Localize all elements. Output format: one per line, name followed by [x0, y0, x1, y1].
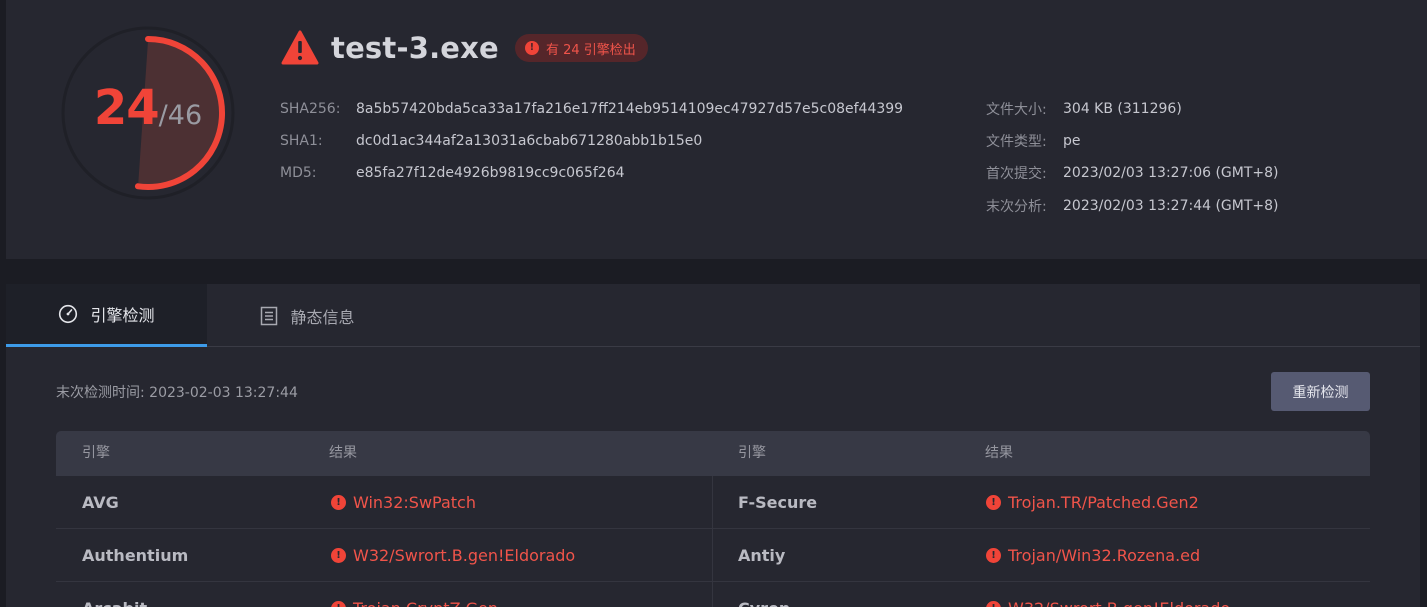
detection-result-text: Trojan.TR/Patched.Gen2	[1008, 493, 1199, 512]
detection-result: ! Trojan.TR/Patched.Gen2	[986, 476, 1199, 529]
score-text: 24/46	[55, 80, 241, 136]
gauge-icon	[59, 304, 78, 324]
detection-badge: ! 有 24 引擎检出	[514, 34, 648, 62]
sha1-row: SHA1: dc0d1ac344af2a13031a6cbab671280abb…	[280, 131, 702, 151]
alert-icon: !	[331, 601, 346, 607]
detection-result-text: Trojan/Win32.Rozena.ed	[1008, 546, 1201, 565]
md5-label: MD5:	[280, 165, 317, 181]
detection-result-text: W32/Swrort.B.gen!Eldorado	[353, 546, 576, 565]
table-row: AVG ! Win32:SwPatch F-Secure ! Trojan.TR/P…	[56, 476, 1370, 529]
file-title-row: test-3.exe ! 有 24 引擎检出	[281, 28, 648, 68]
detection-score-gauge: 24/46	[55, 24, 241, 202]
engine-name: F-Secure	[738, 493, 818, 512]
file-type-label: 文件类型:	[986, 134, 1047, 150]
sha1-label: SHA1:	[280, 133, 323, 149]
engine-name: Antiy	[738, 546, 786, 565]
header-result-1: 结果	[329, 445, 357, 461]
detection-badge-label: 有 24 引擎检出	[545, 42, 636, 58]
sha256-label: SHA256:	[280, 101, 341, 117]
total-engines: /46	[158, 100, 203, 131]
first-submit-value: 2023/02/03 13:27:06 (GMT+8)	[1063, 165, 1279, 181]
alert-icon: !	[331, 548, 346, 563]
sha1-value: dc0d1ac344af2a13031a6cbab671280abb1b15e0	[356, 133, 703, 149]
md5-value: e85fa27f12de4926b9819cc9c065f264	[356, 165, 625, 181]
engine-name: AVG	[82, 493, 119, 512]
header-engine-2: 引擎	[738, 445, 766, 461]
sha256-value: 8a5b57420bda5ca33a17fa216e17ff214eb95141…	[356, 101, 904, 117]
first-submit-label: 首次提交:	[986, 166, 1047, 182]
column-divider	[712, 582, 713, 607]
file-size-label: 文件大小:	[986, 102, 1047, 118]
file-type-row: 文件类型: pe	[986, 131, 1081, 151]
sha256-row: SHA256: 8a5b57420bda5ca33a17fa216e17ff21…	[280, 99, 903, 119]
document-icon	[261, 306, 278, 325]
table-row: Arcabit ! Trojan.CryptZ.Gen Cyren ! W32/Sw…	[56, 582, 1370, 607]
warning-triangle-icon	[281, 30, 319, 65]
tab-engine-detection[interactable]: 引擎检测	[6, 284, 207, 347]
detection-result-text: W32/Swrort.B.gen!Eldorado	[1008, 599, 1230, 607]
engine-name: Cyren	[738, 582, 790, 607]
detection-result: ! W32/Swrort.B.gen!Eldorado	[986, 582, 1230, 607]
file-name: test-3.exe	[331, 31, 499, 65]
rescan-button[interactable]: 重新检测	[1271, 372, 1370, 411]
detection-result: ! Trojan.CryptZ.Gen	[331, 582, 498, 607]
file-size-row: 文件大小: 304 KB (311296)	[986, 99, 1182, 119]
tab-bar: 引擎检测 静态信息	[6, 284, 1420, 347]
engine-detection-panel: 引擎检测 静态信息 末次检测时间: 2023-02-03 13:27:44 重新…	[6, 284, 1420, 607]
engine-results-table: 引擎 结果 引擎 结果 AVG ! Win32:SwPatch F-Secure …	[56, 431, 1370, 607]
table-row: Authentium ! W32/Swrort.B.gen!Eldorado An…	[56, 529, 1370, 582]
tab-static-info[interactable]: 静态信息	[207, 284, 408, 347]
column-divider	[712, 529, 713, 582]
engine-name: Arcabit	[82, 582, 147, 607]
alert-icon: !	[986, 601, 1001, 607]
detection-result: ! W32/Swrort.B.gen!Eldorado	[331, 529, 575, 582]
header-result-2: 结果	[985, 445, 1013, 461]
alert-icon: !	[524, 41, 539, 55]
tab-static-info-label: 静态信息	[290, 307, 355, 327]
detection-result-text: Trojan.CryptZ.Gen	[353, 599, 498, 607]
table-header: 引擎 结果 引擎 结果	[56, 431, 1370, 476]
alert-icon: !	[986, 548, 1001, 563]
file-size-value: 304 KB (311296)	[1063, 101, 1182, 117]
alert-icon: !	[986, 495, 1001, 510]
last-analysis-label: 末次分析:	[986, 199, 1047, 215]
last-analysis-row: 末次分析: 2023/02/03 13:27:44 (GMT+8)	[986, 196, 1279, 216]
detection-result: ! Trojan/Win32.Rozena.ed	[986, 529, 1200, 582]
first-submit-row: 首次提交: 2023/02/03 13:27:06 (GMT+8)	[986, 163, 1279, 183]
alert-icon: !	[331, 495, 346, 510]
md5-row: MD5: e85fa27f12de4926b9819cc9c065f264	[280, 163, 625, 183]
column-divider	[712, 476, 713, 529]
last-analysis-value: 2023/02/03 13:27:44 (GMT+8)	[1063, 198, 1279, 214]
last-check-time: 末次检测时间: 2023-02-03 13:27:44	[56, 385, 298, 401]
file-type-value: pe	[1063, 133, 1081, 149]
engine-name: Authentium	[82, 546, 189, 565]
file-summary-panel: 24/46 test-3.exe ! 有 24 引擎检出 SHA256: 8a5…	[6, 0, 1427, 259]
detected-count: 24	[93, 80, 160, 136]
tab-engine-detection-label: 引擎检测	[90, 306, 155, 325]
detection-result-text: Win32:SwPatch	[353, 493, 476, 512]
header-engine-1: 引擎	[82, 445, 110, 461]
detection-result: ! Win32:SwPatch	[331, 476, 476, 529]
